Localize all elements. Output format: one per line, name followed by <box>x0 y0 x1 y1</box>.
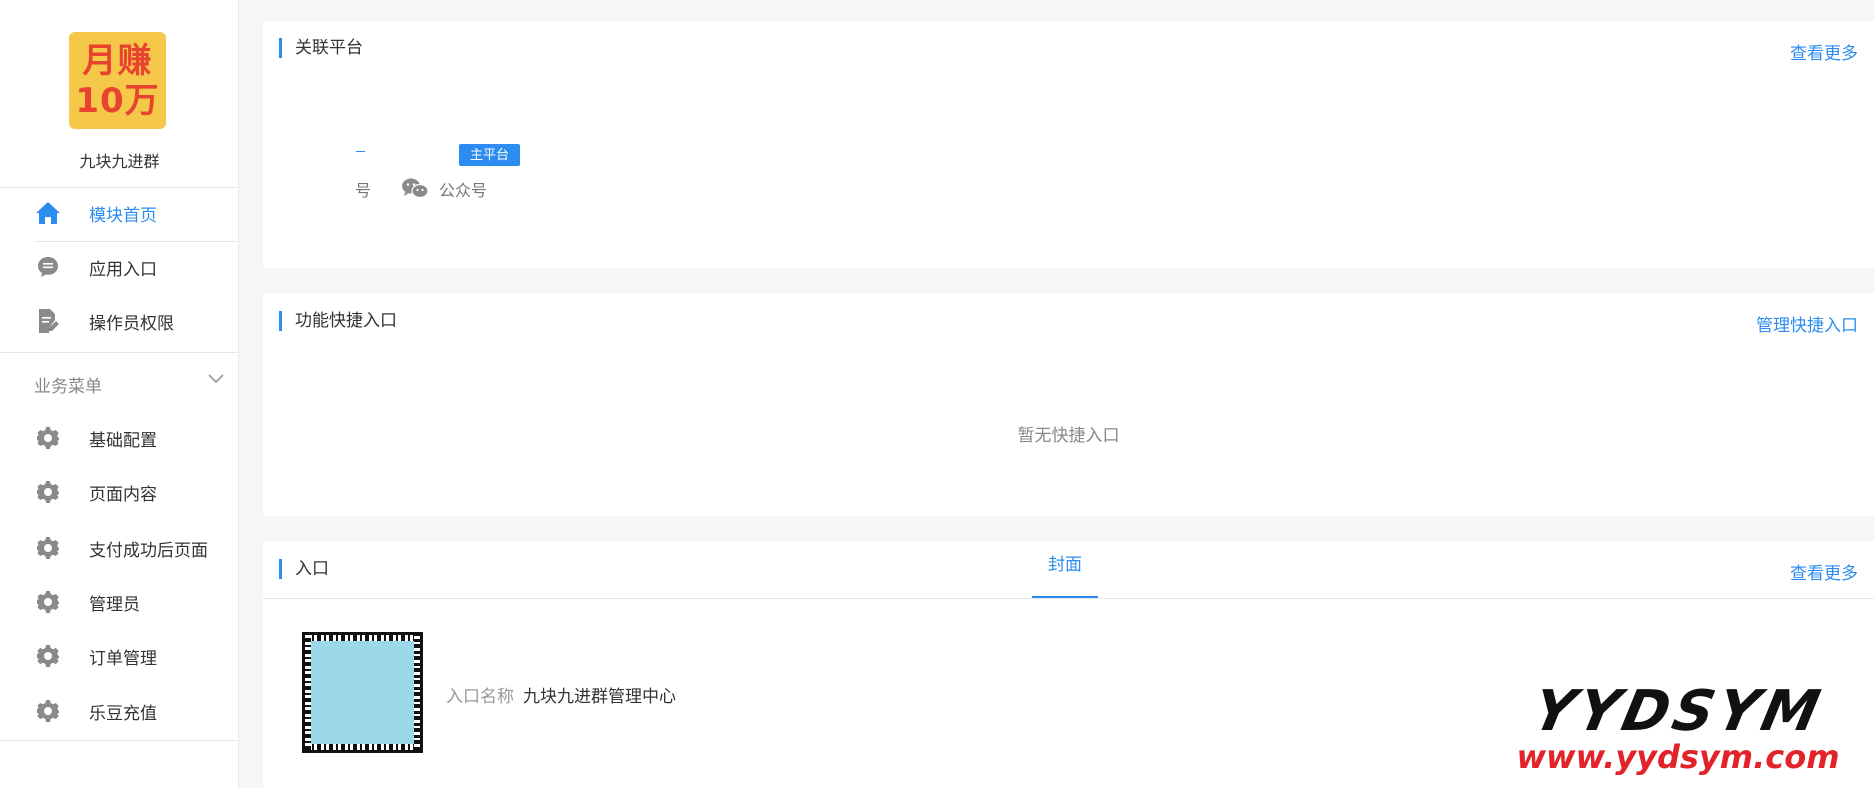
tab-bar-divider <box>263 598 1874 599</box>
panel-title: 功能快捷入口 <box>279 311 397 331</box>
gear-icon <box>35 535 61 561</box>
entry-qr-code <box>302 632 423 753</box>
tab-cover[interactable]: 封面 <box>1032 541 1098 598</box>
nav-divider <box>0 352 239 353</box>
platform-partial-divider <box>356 151 365 152</box>
sidebar: 月赚 10万 九块九进群 模块首页 应用入口 操作员权限 业务菜单 基础配置 页… <box>0 0 239 788</box>
shortcuts-panel: 功能快捷入口 管理快捷入口 暂无快捷入口 <box>263 293 1874 516</box>
sidebar-item-label: 基础配置 <box>89 430 157 450</box>
platform-partial-label: 号 <box>355 183 372 200</box>
gear-icon <box>35 479 61 505</box>
sidebar-item-app-entry[interactable]: 应用入口 <box>0 243 239 291</box>
wechat-icon <box>401 177 429 204</box>
document-edit-icon <box>35 308 61 334</box>
chevron-down-icon <box>207 372 225 390</box>
main-platform-badge: 主平台 <box>459 144 521 166</box>
logo-line-2: 10万 <box>75 80 160 121</box>
gear-icon <box>35 643 61 669</box>
platform-name: 公众号 <box>439 183 488 200</box>
entry-name-label: 入口名称 <box>446 687 514 706</box>
sidebar-item-label: 操作员权限 <box>89 313 174 333</box>
sidebar-item-label: 乐豆充值 <box>89 703 157 723</box>
empty-shortcuts-text: 暂无快捷入口 <box>1017 426 1120 445</box>
sidebar-item-order-management[interactable]: 订单管理 <box>0 632 239 680</box>
business-menu-toggle[interactable]: 业务菜单 <box>0 363 239 403</box>
manage-shortcuts-link[interactable]: 管理快捷入口 <box>1756 311 1858 336</box>
sidebar-item-module-home[interactable]: 模块首页 <box>0 189 239 237</box>
watermark-logo-text: YYDSYM <box>1527 679 1830 744</box>
view-more-link[interactable]: 查看更多 <box>1790 559 1858 584</box>
home-icon <box>35 200 61 226</box>
panel-title: 关联平台 <box>279 38 363 58</box>
nav-divider <box>34 241 239 242</box>
watermark: YYDSYM www.yydsym.com <box>1498 679 1858 776</box>
linked-platform-panel: 关联平台 查看更多 主平台 号 公众号 <box>263 21 1874 268</box>
sidebar-item-label: 管理员 <box>89 594 140 614</box>
entry-name-value: 九块九进群管理中心 <box>523 687 676 706</box>
sidebar-item-label: 页面内容 <box>89 484 157 504</box>
sidebar-item-label: 订单管理 <box>89 648 157 668</box>
chat-bubble-icon <box>35 254 61 280</box>
sidebar-item-label: 支付成功后页面 <box>89 540 208 560</box>
sidebar-item-operator-permissions[interactable]: 操作员权限 <box>0 297 239 345</box>
sidebar-item-administrator[interactable]: 管理员 <box>0 578 239 626</box>
gear-icon <box>35 698 61 724</box>
sidebar-item-ledou-recharge[interactable]: 乐豆充值 <box>0 687 239 735</box>
logo-line-1: 月赚 <box>82 40 153 81</box>
sidebar-item-label: 应用入口 <box>89 259 157 279</box>
gear-icon <box>35 425 61 451</box>
watermark-url: www.yydsym.com <box>1516 738 1840 776</box>
sidebar-item-basic-config[interactable]: 基础配置 <box>0 414 239 462</box>
panel-title: 入口 <box>279 559 329 579</box>
view-more-link[interactable]: 查看更多 <box>1790 39 1858 64</box>
sidebar-item-label: 模块首页 <box>89 205 157 225</box>
app-name: 九块九进群 <box>79 154 160 171</box>
nav-divider <box>0 187 239 188</box>
app-logo: 月赚 10万 <box>69 32 166 129</box>
business-menu-label: 业务菜单 <box>34 377 102 396</box>
nav-divider <box>0 740 239 741</box>
sidebar-item-payment-success-page[interactable]: 支付成功后页面 <box>0 524 239 572</box>
sidebar-item-page-content[interactable]: 页面内容 <box>0 468 239 516</box>
gear-icon <box>35 589 61 615</box>
